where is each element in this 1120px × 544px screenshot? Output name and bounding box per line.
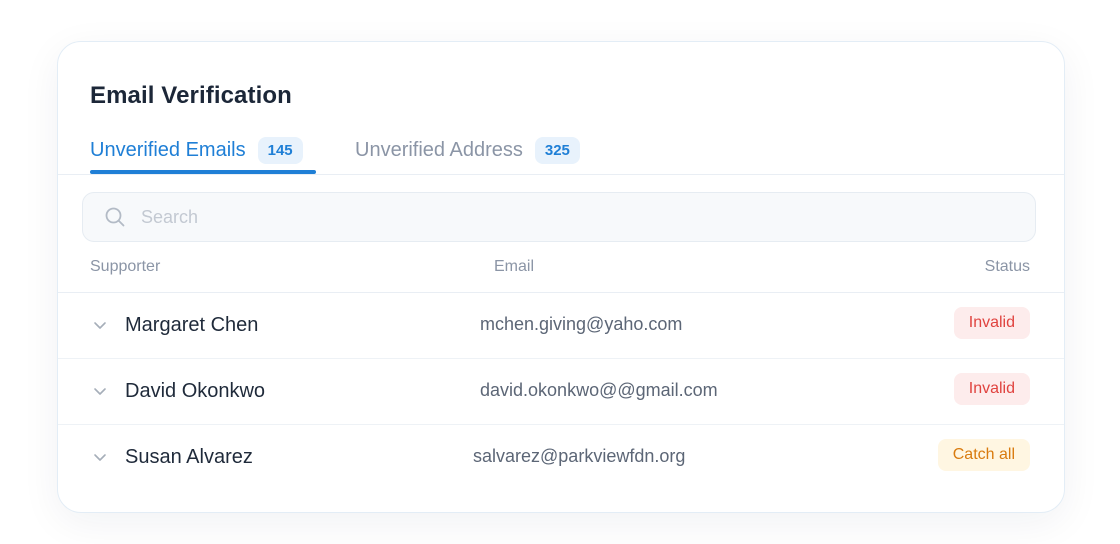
- search-icon: [105, 207, 125, 227]
- supporter-name: Susan Alvarez: [125, 446, 253, 468]
- supporter-email: david.okonkwo@@gmail.com: [480, 380, 718, 400]
- chevron-down-icon[interactable]: [92, 383, 108, 399]
- table-row[interactable]: David Okonkwo david.okonkwo@@gmail.com I…: [58, 359, 1064, 425]
- table-row[interactable]: Margaret Chen mchen.giving@yaho.com Inva…: [58, 293, 1064, 359]
- supporter-name: David Okonkwo: [125, 380, 266, 402]
- chevron-down-icon[interactable]: [92, 449, 108, 465]
- status-badge: Invalid: [953, 373, 1030, 405]
- chevron-down-icon[interactable]: [92, 317, 108, 333]
- tab-label: Unverified Emails: [90, 138, 246, 161]
- card-title: Email Verification: [90, 82, 292, 109]
- column-header-status[interactable]: Status: [985, 258, 1030, 276]
- tabs-divider: [58, 174, 1064, 175]
- supporter-email: salvarez@parkviewfdn.org: [473, 446, 686, 466]
- column-header-supporter[interactable]: Supporter: [90, 258, 160, 276]
- supporter-name: Margaret Chen: [125, 314, 259, 336]
- tab-label: Unverified Address: [355, 138, 523, 161]
- supporter-email: mchen.giving@yaho.com: [480, 314, 683, 334]
- tab-count-badge: 145: [257, 136, 303, 164]
- search-bar[interactable]: [82, 192, 1036, 242]
- table-row[interactable]: Susan Alvarez salvarez@parkviewfdn.org C…: [58, 425, 1064, 491]
- column-header-email[interactable]: Email: [494, 258, 534, 276]
- tab-unverified-address[interactable]: Unverified Address 325: [355, 126, 580, 174]
- tab-count-badge: 325: [534, 136, 580, 164]
- status-badge: Invalid: [953, 307, 1030, 339]
- email-verification-card: Email Verification Unverified Emails 145…: [57, 41, 1065, 513]
- search-input[interactable]: [139, 205, 943, 229]
- tab-unverified-emails[interactable]: Unverified Emails 145: [90, 126, 316, 174]
- status-badge: Catch all: [937, 439, 1030, 471]
